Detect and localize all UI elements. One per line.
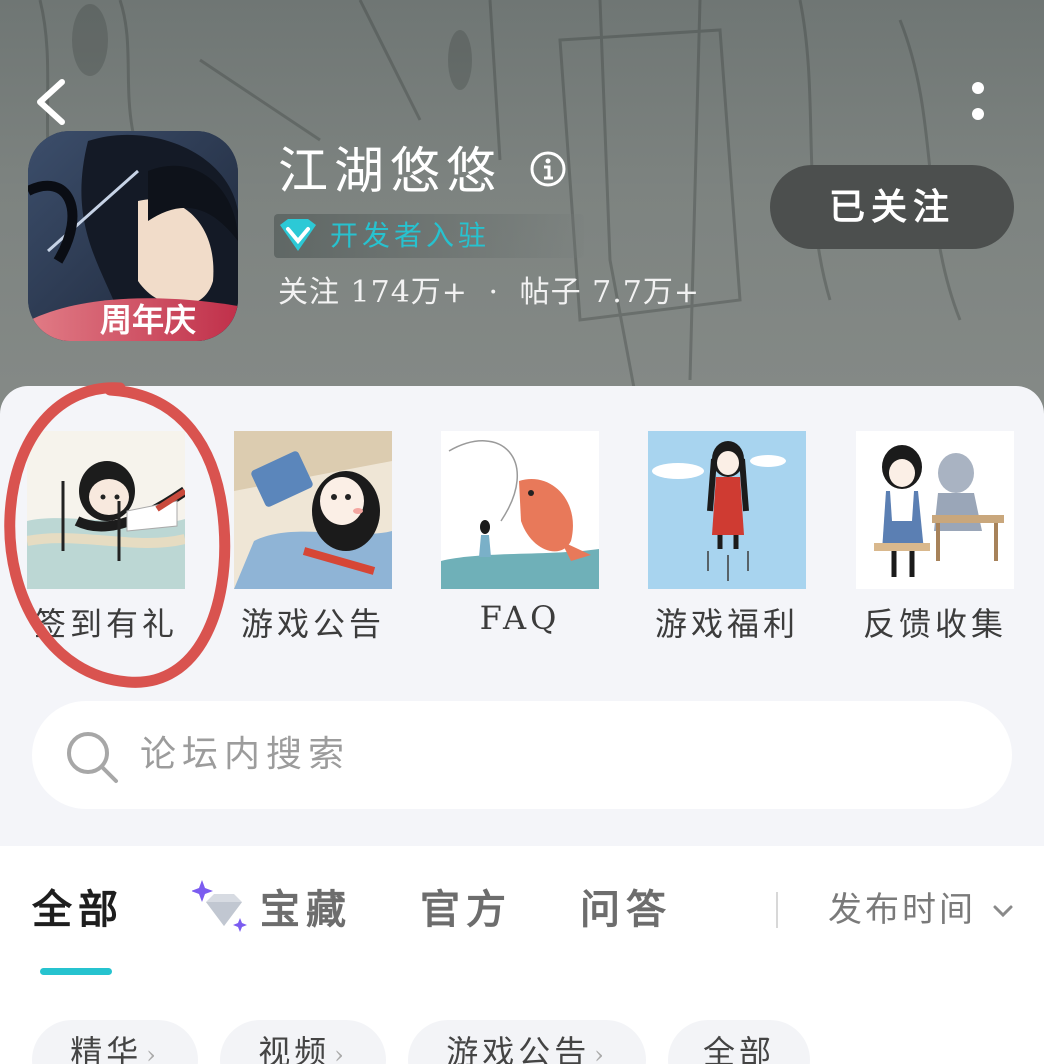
posts-count: 7.7万+ — [592, 275, 700, 310]
shortcut-faq[interactable]: FAQ — [441, 431, 599, 637]
shortcut-sign-in-gift[interactable]: 签到有礼 — [26, 431, 188, 643]
chip-label: 游戏公告 — [446, 1033, 591, 1064]
forum-header: 周年庆 江湖悠悠 开发者入驻 关注 174万+ · 帖子 7.7万+ 已关注 — [0, 0, 1044, 420]
posts-label: 帖子 — [519, 275, 582, 310]
sort-dropdown[interactable]: 发布时间 — [828, 880, 976, 940]
announcement-thumbnail — [234, 431, 392, 589]
tab-official[interactable]: 官方 — [420, 880, 512, 940]
shortcut-label: 签到有礼 — [33, 605, 178, 643]
chip-label: 全部 — [702, 1033, 775, 1064]
faq-thumbnail — [441, 431, 599, 589]
search-placeholder: 论坛内搜索 — [140, 734, 351, 775]
shortcut-label: 游戏公告 — [240, 605, 385, 643]
game-title: 江湖悠悠 — [278, 142, 502, 200]
shortcut-game-benefits[interactable]: 游戏福利 — [648, 431, 806, 643]
sign-in-thumbnail — [26, 431, 188, 589]
shortcut-game-announcements[interactable]: 游戏公告 — [234, 431, 392, 643]
benefits-thumbnail — [648, 431, 806, 589]
back-chevron-icon[interactable] — [28, 74, 78, 130]
active-tab-indicator — [40, 968, 112, 975]
chip-label: 视频 — [258, 1033, 331, 1064]
chip-label: 精华 — [70, 1033, 143, 1064]
tab-treasure[interactable]: 宝藏 — [260, 880, 352, 940]
more-vertical-icon[interactable] — [958, 74, 998, 130]
chevron-right-icon: › — [334, 1041, 348, 1064]
tab-qa[interactable]: 问答 — [580, 880, 672, 940]
shortcut-label: 反馈收集 — [862, 605, 1007, 643]
filter-chip-featured[interactable]: 精华 › — [32, 1020, 198, 1064]
shortcut-label: 游戏福利 — [654, 605, 799, 643]
icon-badge-text: 周年庆 — [100, 301, 196, 339]
feedback-thumbnail — [856, 431, 1014, 589]
game-app-icon[interactable]: 周年庆 — [28, 131, 238, 341]
forum-stats: 关注 174万+ · 帖子 7.7万+ — [278, 268, 700, 318]
tab-divider — [776, 892, 778, 928]
tab-all[interactable]: 全部 — [32, 880, 124, 940]
developer-badge-text: 开发者入驻 — [330, 219, 491, 252]
follow-button[interactable]: 已关注 — [770, 165, 1014, 249]
chevron-right-icon: › — [146, 1041, 160, 1064]
followers-count: 174万+ — [350, 275, 468, 310]
stats-separator: · — [488, 275, 500, 310]
shortcut-label: FAQ — [479, 599, 561, 637]
filter-chip-game-announcements[interactable]: 游戏公告 › — [408, 1020, 646, 1064]
search-icon — [67, 732, 118, 783]
filter-chip-video[interactable]: 视频 › — [220, 1020, 386, 1064]
shortcut-feedback[interactable]: 反馈收集 — [856, 431, 1014, 643]
sparkle-diamond-icon — [192, 880, 247, 932]
filter-chip-all[interactable]: 全部 — [668, 1020, 810, 1064]
game-icon-art: 周年庆 — [28, 131, 238, 341]
chevron-right-icon: › — [594, 1041, 608, 1064]
diamond-icon — [280, 219, 316, 251]
chevron-down-icon[interactable] — [990, 898, 1016, 924]
info-icon[interactable] — [528, 149, 568, 189]
followers-label: 关注 — [278, 275, 340, 310]
